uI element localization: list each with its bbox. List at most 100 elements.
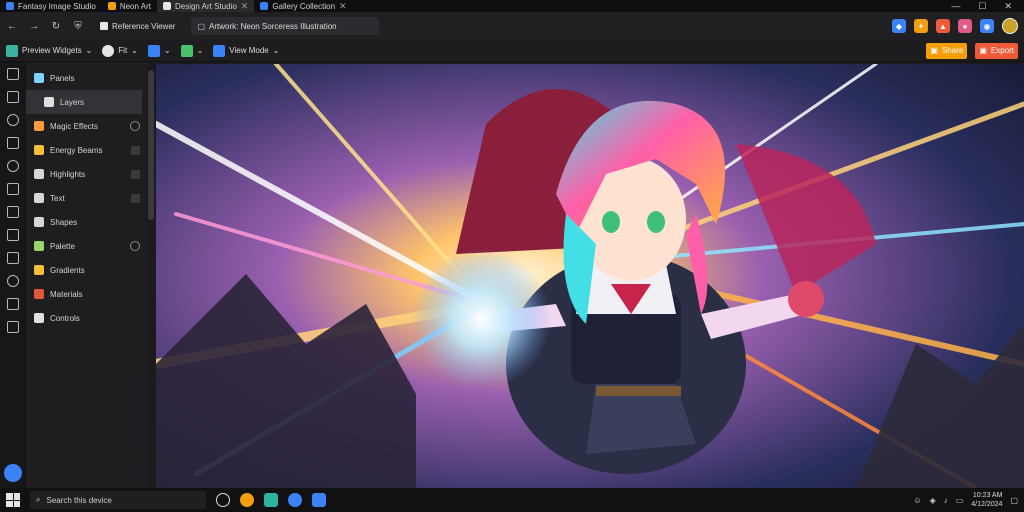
tab-label: Neon Art: [119, 1, 151, 11]
tab-3[interactable]: Design Art Studio ✕: [156, 0, 255, 12]
sidebar-item-label: Materials: [50, 289, 83, 299]
system-tray: ☺ ◈ ♪ ▭ 10:23 AM 4/12/2024 ▢: [913, 491, 1018, 509]
sidebar: Panels Layers Magic Effects Energy Beams Hig…: [26, 62, 146, 488]
pen-icon[interactable]: [7, 137, 19, 149]
sidebar-item-controls[interactable]: Controls: [26, 306, 146, 330]
volume-icon[interactable]: ♪: [944, 496, 948, 505]
extensions: ◆ ✦ ▲ ● ◉: [892, 18, 1018, 34]
tool-green[interactable]: ⌄: [180, 44, 203, 57]
artwork-image: [156, 64, 1024, 488]
sidebar-item-materials[interactable]: Materials: [26, 282, 146, 306]
chevron-down-icon: ⌄: [85, 46, 93, 55]
forward-icon[interactable]: →: [28, 20, 40, 32]
window-controls: — ☐ ✕: [951, 1, 1024, 12]
sidebar-item-energy-beams[interactable]: Energy Beams: [26, 138, 146, 162]
tab-4[interactable]: Gallery Collection ✕: [254, 0, 352, 12]
close-icon[interactable]: ✕: [339, 1, 347, 12]
camera-icon[interactable]: [7, 298, 19, 310]
grid-icon[interactable]: [7, 229, 19, 241]
crop-icon[interactable]: [7, 183, 19, 195]
info-icon[interactable]: [130, 241, 140, 251]
tab-favicon-icon: [107, 2, 116, 10]
layers-icon: [34, 73, 44, 83]
material-icon: [34, 289, 44, 299]
toggle-checkbox[interactable]: [131, 169, 140, 179]
tab-2[interactable]: Neon Art: [102, 0, 157, 12]
edge-icon[interactable]: [288, 493, 302, 507]
fill-icon[interactable]: [7, 252, 19, 264]
browser-icon[interactable]: [240, 493, 254, 507]
extension-icon[interactable]: ▲: [936, 19, 950, 33]
star-icon: [34, 169, 44, 179]
share-icon: ▣: [930, 46, 938, 55]
windows-start-icon[interactable]: [6, 493, 20, 507]
sidebar-item-label: Gradients: [50, 265, 85, 275]
sidebar-item-magic-effects[interactable]: Magic Effects: [26, 114, 146, 138]
sidebar-item-highlights[interactable]: Highlights: [26, 162, 146, 186]
page-icon: [100, 22, 108, 30]
notification-icon[interactable]: ▢: [1010, 496, 1018, 505]
sidebar-item-text[interactable]: Text: [26, 186, 146, 210]
tab-1[interactable]: Fantasy Image Studio: [0, 0, 102, 12]
taskbar-search[interactable]: ⌕ Search this device: [30, 491, 206, 509]
people-icon[interactable]: ☺: [913, 496, 921, 505]
close-icon[interactable]: ✕: [241, 1, 249, 12]
tool-icon: [147, 44, 160, 57]
url-field[interactable]: ▢ Artwork: Neon Sorceress Illustration: [191, 17, 380, 35]
sidebar-item-palette[interactable]: Palette: [26, 234, 146, 258]
maximize-icon[interactable]: ☐: [978, 1, 986, 12]
zoom-selector[interactable]: Fit ⌄: [102, 44, 138, 57]
select-icon[interactable]: [7, 68, 19, 80]
extension-icon[interactable]: ◆: [892, 19, 906, 33]
task-view-icon[interactable]: [216, 493, 230, 507]
sidebar-item-label: Text: [50, 193, 65, 203]
sidebar-item-label: Shapes: [50, 217, 78, 227]
extension-icon[interactable]: ●: [958, 19, 972, 33]
sidebar-item-layers[interactable]: Layers: [26, 90, 142, 114]
close-icon[interactable]: ✕: [1004, 1, 1012, 12]
shield-icon[interactable]: ⛨: [72, 20, 84, 32]
time-icon[interactable]: [7, 275, 19, 287]
export-button[interactable]: ▣ Export: [975, 42, 1018, 59]
frame-icon[interactable]: [7, 91, 19, 103]
app-icon[interactable]: [312, 493, 326, 507]
artwork-canvas[interactable]: [156, 64, 1024, 488]
sidebar-item-gradients[interactable]: Gradients: [26, 258, 146, 282]
page-label[interactable]: Reference Viewer: [94, 17, 181, 35]
tab-label: Design Art Studio: [174, 1, 237, 11]
view-icon: [213, 44, 226, 57]
chat-icon[interactable]: [4, 464, 22, 482]
lasso-icon[interactable]: [7, 114, 19, 126]
sidebar-item-label: Palette: [50, 241, 75, 251]
battery-icon[interactable]: ▭: [956, 496, 964, 505]
list-icon[interactable]: [7, 321, 19, 333]
sidebar-item-label: Panels: [50, 73, 75, 83]
shape-icon: [34, 217, 44, 227]
avatar[interactable]: [1002, 18, 1018, 34]
view-mode-selector[interactable]: View Mode ⌄: [213, 44, 279, 57]
sidebar-item-panels[interactable]: Panels: [26, 66, 146, 90]
toggle-checkbox[interactable]: [131, 145, 140, 155]
rectangle-icon[interactable]: [7, 206, 19, 218]
bolt-icon: [34, 145, 44, 155]
workspace-selector[interactable]: Preview Widgets ⌄: [6, 44, 93, 57]
reload-icon[interactable]: ↻: [50, 20, 62, 32]
chevron-down-icon: ⌄: [163, 46, 171, 55]
palette-icon: [34, 241, 44, 251]
toggle-checkbox[interactable]: [131, 193, 140, 203]
sidebar-item-shapes[interactable]: Shapes: [26, 210, 146, 234]
extension-icon[interactable]: ✦: [914, 19, 928, 33]
info-icon[interactable]: [130, 121, 140, 131]
extension-icon[interactable]: ◉: [980, 19, 994, 33]
tool-blue[interactable]: ⌄: [147, 44, 171, 57]
sidebar-scrollbar[interactable]: [148, 70, 154, 220]
eraser-icon[interactable]: [7, 160, 19, 172]
tab-favicon-icon: [6, 2, 14, 10]
network-icon[interactable]: ◈: [930, 496, 936, 505]
back-icon[interactable]: ←: [6, 20, 18, 32]
store-icon[interactable]: [264, 493, 278, 507]
share-button[interactable]: ▣ Share: [926, 42, 968, 59]
clock[interactable]: 10:23 AM 4/12/2024: [971, 491, 1002, 509]
tab-bar: Fantasy Image Studio Neon Art Design Art…: [0, 0, 1024, 12]
minimize-icon[interactable]: —: [951, 1, 960, 11]
